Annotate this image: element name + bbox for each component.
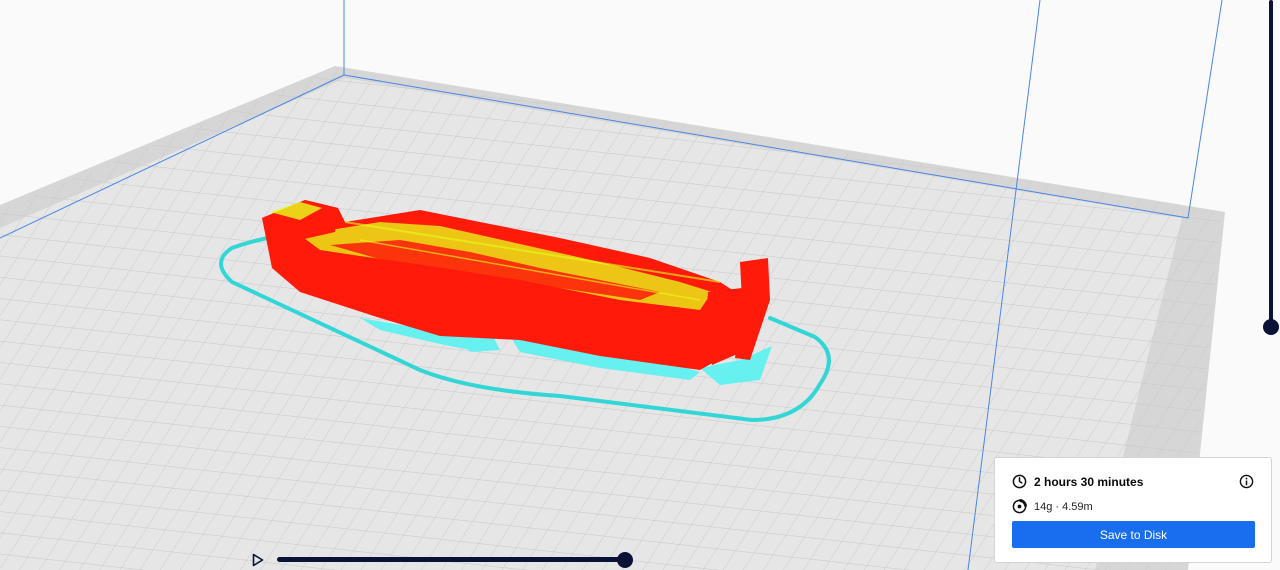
print-info-panel: 2 hours 30 minutes 14g · 4.59m Save to D… [994,457,1272,563]
material-usage-row: 14g · 4.59m [1012,499,1093,514]
simulation-slider-handle[interactable] [617,552,633,568]
play-icon [252,553,264,567]
clock-icon [1012,474,1027,489]
save-to-disk-button[interactable]: Save to Disk [1012,521,1255,548]
layer-slider-handle[interactable] [1263,319,1279,335]
print-time-row: 2 hours 30 minutes [1012,474,1143,489]
print-time: 2 hours 30 minutes [1034,474,1144,489]
info-icon[interactable] [1239,474,1254,489]
play-button[interactable] [250,551,266,569]
spool-icon [1012,499,1027,514]
simulation-slider-track[interactable] [277,557,627,562]
material-usage: 14g · 4.59m [1034,500,1093,513]
layer-slider-track[interactable] [1269,0,1273,328]
